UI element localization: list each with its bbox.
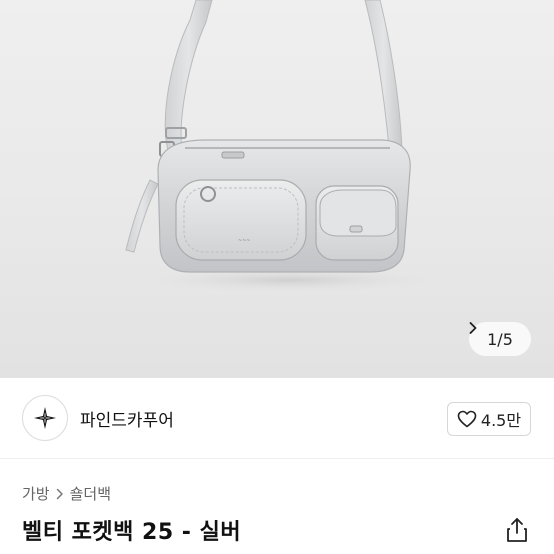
seller-row[interactable]: 파인드카푸어 4.5만 bbox=[0, 378, 554, 458]
star-sparkle-logo-icon bbox=[34, 407, 56, 429]
breadcrumb-item-shoulder-bag[interactable]: 숄더백 bbox=[70, 483, 111, 504]
divider bbox=[0, 458, 554, 459]
breadcrumb-item-bag[interactable]: 가방 bbox=[22, 483, 50, 504]
chevron-right-icon[interactable] bbox=[469, 322, 477, 334]
heart-icon bbox=[457, 410, 477, 428]
seller-name[interactable]: 파인드카푸어 bbox=[80, 406, 174, 431]
chevron-right-icon bbox=[56, 488, 63, 499]
seller-avatar[interactable] bbox=[22, 395, 68, 441]
product-title: 벨티 포켓백 25 - 실버 bbox=[22, 520, 242, 545]
svg-text:~~~: ~~~ bbox=[238, 238, 251, 244]
share-icon[interactable] bbox=[505, 517, 529, 543]
like-button[interactable]: 4.5만 bbox=[447, 402, 531, 436]
image-counter-text: 1/5 bbox=[487, 329, 513, 349]
like-count: 4.5만 bbox=[480, 411, 522, 430]
image-counter[interactable]: 1/5 bbox=[469, 322, 531, 356]
breadcrumb: 가방 숄더백 bbox=[22, 483, 111, 504]
product-image-gallery[interactable]: ~~~ 1/5 bbox=[0, 0, 554, 378]
